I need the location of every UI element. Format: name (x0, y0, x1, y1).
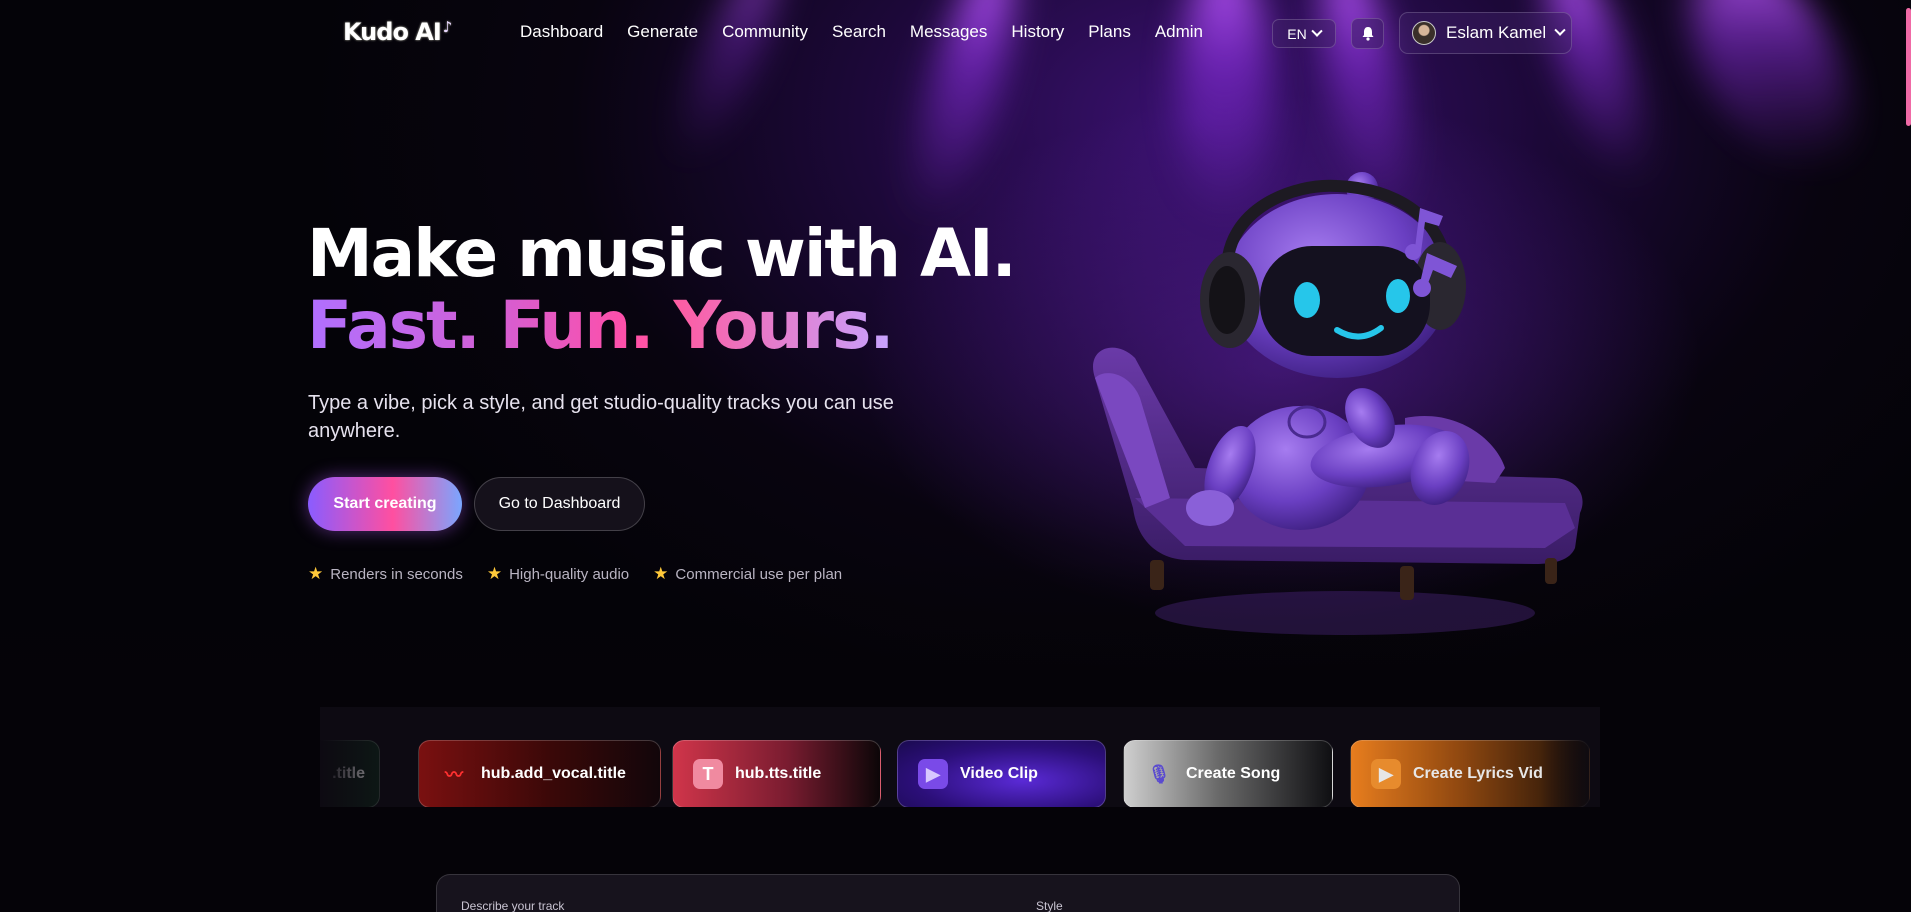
hub-cards-carousel[interactable]: .title 〰 hub.add_vocal.title T hub.tts.t… (320, 707, 1600, 807)
feature-item: ★ Commercial use per plan (653, 564, 842, 584)
start-creating-button[interactable]: Start creating (308, 477, 462, 531)
hub-card-video-clip[interactable]: ▶ Video Clip (897, 740, 1106, 807)
hub-card-label: hub.add_vocal.title (481, 765, 626, 782)
text-to-speech-icon: T (693, 759, 723, 789)
feature-item: ★ High-quality audio (487, 564, 629, 584)
nav-link-plans[interactable]: Plans (1088, 22, 1131, 42)
hub-card-create-song[interactable]: 🎙 Create Song (1123, 740, 1333, 807)
video-clip-icon: ▶ (918, 759, 948, 789)
avatar (1412, 21, 1436, 45)
waveform-icon: 〰 (445, 765, 463, 785)
chevron-down-icon (1311, 25, 1323, 37)
notifications-button[interactable] (1351, 18, 1384, 49)
nav-link-admin[interactable]: Admin (1155, 22, 1203, 42)
star-icon: ★ (653, 564, 669, 583)
nav-link-messages[interactable]: Messages (910, 22, 987, 42)
user-name: Eslam Kamel (1446, 23, 1547, 42)
style-label: Style (1036, 899, 1063, 912)
feature-label: Commercial use per plan (675, 565, 843, 583)
hub-card-label: Video Clip (960, 765, 1038, 782)
nav-link-search[interactable]: Search (832, 22, 886, 42)
go-to-dashboard-button[interactable]: Go to Dashboard (474, 477, 645, 531)
describe-track-label: Describe your track (461, 899, 565, 912)
hub-card-label: .title (332, 765, 365, 782)
track-composer-panel: Describe your track Style (436, 874, 1460, 912)
nav-link-dashboard[interactable]: Dashboard (520, 22, 603, 42)
nav-link-history[interactable]: History (1011, 22, 1064, 42)
feature-list: ★ Renders in seconds ★ High-quality audi… (308, 564, 842, 584)
feature-item: ★ Renders in seconds (308, 564, 463, 584)
hub-card-create-lyrics-video[interactable]: ▶ Create Lyrics Vid (1350, 740, 1590, 807)
bell-icon (1362, 27, 1373, 41)
star-icon: ★ (308, 564, 324, 583)
hub-card[interactable]: .title (320, 740, 380, 807)
microphone-icon: 🎙 (1147, 763, 1171, 784)
nav-link-generate[interactable]: Generate (627, 22, 698, 42)
music-note-icon: ♪ (442, 18, 453, 36)
chevron-down-icon (1554, 24, 1566, 36)
hub-card-label: Create Lyrics Vid (1413, 765, 1543, 782)
hero-subtitle: Fast. Fun. Yours. (307, 287, 894, 364)
brand-logo[interactable]: Kudo AI ♪ (343, 18, 453, 46)
hub-card-label: Create Song (1186, 765, 1281, 782)
logo-text: Kudo AI (343, 18, 442, 46)
star-icon: ★ (486, 564, 503, 583)
feature-label: Renders in seconds (330, 565, 463, 583)
hub-card-add-vocal[interactable]: 〰 hub.add_vocal.title (418, 740, 661, 807)
hero-title: Make music with AI. (307, 215, 1017, 292)
hero-description: Type a vibe, pick a style, and get studi… (308, 392, 894, 442)
feature-label: High-quality audio (509, 565, 630, 583)
hub-card-label: hub.tts.title (735, 765, 822, 782)
lyrics-video-icon: ▶ (1371, 759, 1401, 789)
top-nav: Kudo AI ♪ Dashboard Generate Community Se… (0, 12, 1911, 54)
hub-card-tts[interactable]: T hub.tts.title (672, 740, 881, 807)
user-menu[interactable]: Eslam Kamel (1399, 12, 1572, 54)
language-selector[interactable]: EN (1272, 19, 1336, 48)
nav-links: Dashboard Generate Community Search Mess… (520, 22, 1227, 42)
robot-mascot-illustration (1093, 172, 1583, 635)
nav-link-community[interactable]: Community (722, 22, 808, 42)
language-label: EN (1287, 25, 1307, 42)
